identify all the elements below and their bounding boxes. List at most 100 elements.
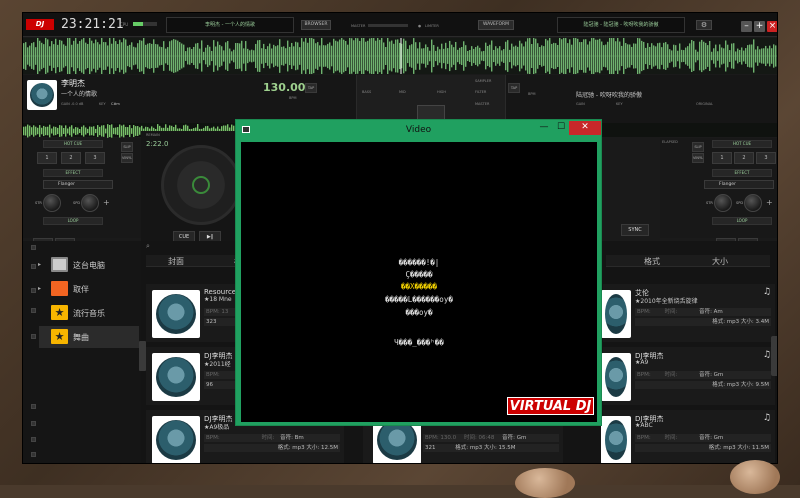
left-tap-button[interactable]: TAP (305, 83, 317, 93)
left-loop-header: LOOP (43, 217, 103, 225)
master-slider[interactable] (368, 24, 408, 27)
right-tap-button[interactable]: TAP (508, 83, 520, 93)
left-effect-select[interactable]: Flanger (43, 180, 113, 189)
side-control-5[interactable] (31, 334, 36, 339)
virtualdj-watermark: VIRTUAL DJ (507, 397, 594, 415)
lyric-line: ���oy� (405, 308, 433, 317)
clock: 23:21:21 (61, 17, 124, 32)
browser-button[interactable]: BROWSER (301, 20, 331, 30)
minimize-button[interactable]: – (741, 21, 752, 32)
mixer-master-label: MASTER (475, 102, 490, 106)
left-hotcue-3[interactable]: 3 (85, 152, 105, 164)
track-title: ★2010年全新烧舌旋律 (635, 298, 698, 305)
right-spd-knob[interactable] (744, 194, 762, 212)
gear-icon[interactable]: ⚙ (696, 20, 712, 30)
header-format[interactable]: 格式 (644, 256, 660, 267)
overview-waveform[interactable] (23, 34, 777, 78)
side-control-4[interactable] (31, 308, 36, 313)
left-hotcue-1[interactable]: 1 (37, 152, 57, 164)
search-icon[interactable]: ⌕ (146, 242, 156, 252)
left-vinyl-button[interactable]: VINYL (121, 153, 133, 163)
folder-dance-music[interactable]: ★ 舞曲 (39, 326, 139, 348)
right-control-panel: ELAPSED SLIP VINYL HOT CUE 1 2 3 EFFECT … (660, 138, 777, 250)
star-folder-icon: ★ (51, 305, 68, 320)
right-effect-header: EFFECT (712, 169, 772, 177)
star-folder-icon: ★ (51, 329, 68, 344)
left-sidebar-handle[interactable] (139, 341, 146, 371)
right-hotcue-1[interactable]: 1 (712, 152, 732, 164)
video-maximize-button[interactable]: ☐ (553, 121, 569, 135)
folder-label: 舞曲 (73, 333, 89, 342)
right-sidebar-handle[interactable] (771, 336, 777, 376)
track-card[interactable]: DJ李明杰 ★A9 ♫ BPM: 时间: 音符: Gm 格式: mp3 大小: … (601, 347, 775, 405)
track-card[interactable]: 艾伦 ★2010年全新烧舌旋律 ♫ BPM: 时间: 音符: Am 格式: mp… (601, 284, 775, 342)
left-control-panel: HOT CUE SLIP VINYL 1 2 3 EFFECT Flanger … (23, 138, 141, 250)
top-bar: DJ 23:21:21 CPU 李明杰 - 一个人的情歌 BROWSER MAS… (23, 13, 777, 37)
left-deck-title: 一个人的情歌 (61, 91, 98, 98)
master-label: MASTER (351, 24, 366, 28)
limiter-label: LIMITER (425, 24, 439, 28)
left-jog-wheel[interactable] (161, 145, 241, 225)
right-vinyl-button[interactable]: VINYL (692, 153, 704, 163)
computer-icon (51, 257, 68, 272)
side-control-9[interactable] (31, 452, 36, 457)
expand-icon[interactable]: ▸ (38, 261, 41, 268)
track-bpm: BPM: 130.0 时间: 06:48 音符: Gm (423, 434, 559, 442)
side-control-2[interactable] (31, 264, 36, 269)
expand-icon[interactable]: ▸ (38, 285, 41, 292)
track-bpm: BPM: 时间: 音符: Gm (635, 371, 771, 379)
folder-tree: ▸ 这台电脑 ▸ 取伴 ★ 流行音乐 ★ 舞曲 (23, 241, 141, 463)
right-effect-select[interactable]: Flanger (704, 180, 774, 189)
cpu-label: CPU (120, 22, 129, 27)
right-hotcue-3[interactable]: 3 (756, 152, 776, 164)
track-card[interactable]: DJ李明杰 ★ABC ♫ BPM: 时间: 音符: Gm 格式: mp3 大小:… (601, 410, 775, 463)
left-str-label: STR (35, 201, 42, 205)
track-bpm: BPM: 时间: 音符: Gm (635, 434, 771, 442)
right-str-knob[interactable] (714, 194, 732, 212)
left-spd-knob[interactable] (81, 194, 99, 212)
side-control-1[interactable] (31, 245, 36, 250)
left-hotcue-header: HOT CUE (43, 140, 103, 148)
video-minimize-button[interactable]: — (536, 121, 552, 135)
waveform-button[interactable]: WAVEFORM (478, 20, 514, 30)
left-hotcue-2[interactable]: 2 (61, 152, 81, 164)
left-remain-time: 2:22.0 (146, 140, 169, 148)
overview-waveform-graphic (23, 34, 777, 78)
side-control-7[interactable] (31, 421, 36, 426)
limiter-icon: ● (418, 24, 422, 28)
folder-karaoke[interactable]: ▸ 取伴 (38, 278, 139, 300)
track-title: ★ABC (635, 422, 653, 429)
video-close-button[interactable]: ✕ (569, 121, 601, 135)
side-control-3[interactable] (31, 288, 36, 293)
header-size[interactable]: 大小 (712, 256, 728, 267)
left-plus-button[interactable]: + (103, 198, 110, 207)
mixer-bass-label: BASS (362, 90, 372, 94)
lyric-line: Ч���_���ʰ�� (394, 338, 444, 347)
side-control-6[interactable] (31, 404, 36, 409)
side-control-8[interactable] (31, 437, 36, 442)
left-str-knob[interactable] (43, 194, 61, 212)
track-cover (152, 353, 200, 401)
folder-pop-music[interactable]: ★ 流行音乐 (39, 302, 139, 324)
folder-this-pc[interactable]: ▸ 这台电脑 (38, 254, 139, 276)
left-spd-label: SPD (73, 201, 81, 205)
mixer-filter-label: FILTER (475, 90, 487, 94)
close-button[interactable]: × (767, 21, 777, 32)
right-deck-bpm-label: BPM (528, 92, 536, 96)
track-format-size: 格式: mp3 大小: 9.5M (635, 381, 771, 389)
left-slip-button[interactable]: SLIP (121, 142, 133, 152)
video-window[interactable]: Video — ☐ ✕ ������!�| Ç����� ��X����� ��… (235, 119, 602, 426)
header-cover[interactable]: 封面 (168, 256, 184, 267)
right-sync-button[interactable]: SYNC (621, 224, 649, 236)
track-cover (601, 353, 631, 401)
right-deck-title: 陆冠驰 - 吹呀吹我的骄傲 (576, 92, 642, 99)
right-slip-button[interactable]: SLIP (692, 142, 704, 152)
music-note-icon: ♫ (762, 350, 771, 360)
right-hotcue-header: HOT CUE (712, 140, 772, 148)
track-bpm: BPM: 时间: 音符: Bm (204, 434, 340, 442)
maximize-button[interactable]: + (754, 21, 765, 32)
right-plus-button[interactable]: + (766, 198, 773, 207)
mixer-mid-label: MID (399, 90, 406, 94)
right-hotcue-2[interactable]: 2 (734, 152, 754, 164)
music-note-icon: ♫ (762, 287, 771, 297)
